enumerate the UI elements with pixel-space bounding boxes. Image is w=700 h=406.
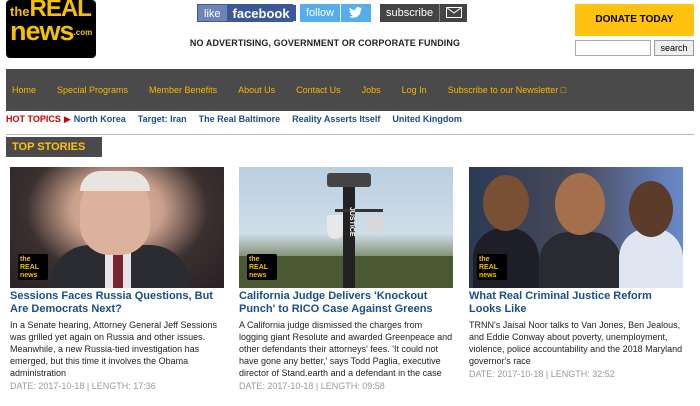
trnn-badge-logo: the REAL news	[247, 254, 277, 280]
nav-about-us[interactable]: About Us	[232, 85, 290, 95]
story-title[interactable]: What Real Criminal Justice Reform Looks …	[469, 290, 683, 316]
hot-topic-reality-asserts-itself[interactable]: Reality Asserts Itself	[292, 114, 380, 124]
hot-topics-bar: HOT TOPICS ▶ North Korea Target: Iran Th…	[6, 113, 474, 125]
hot-topic-north-korea[interactable]: North Korea	[74, 114, 126, 124]
story-title[interactable]: Sessions Faces Russia Questions, But Are…	[10, 290, 224, 316]
top-stories-heading: TOP STORIES	[6, 137, 102, 157]
envelope-icon	[439, 4, 468, 22]
twitter-follow-label: follow	[300, 4, 342, 22]
nav-member-benefits[interactable]: Member Benefits	[143, 85, 232, 95]
nav-jobs[interactable]: Jobs	[356, 85, 396, 95]
facebook-like-label: like	[198, 5, 227, 21]
donate-button[interactable]: DONATE TODAY	[575, 4, 694, 36]
story-card: the REAL news What Real Criminal Justice R…	[469, 167, 683, 380]
hot-topic-real-baltimore[interactable]: The Real Baltimore	[199, 114, 281, 124]
facebook-like-button[interactable]: like facebook	[197, 4, 296, 22]
story-thumbnail[interactable]: JUSTICE the REAL news	[239, 167, 453, 288]
funding-tagline: NO ADVERTISING, GOVERNMENT OR CORPORATE …	[189, 38, 461, 48]
story-summary: A California judge dismissed the charges…	[239, 320, 453, 378]
twitter-follow-button[interactable]: follow	[300, 4, 373, 22]
story-card: JUSTICE the REAL news California Judge Del…	[239, 167, 453, 392]
story-summary: In a Senate hearing, Attorney General Je…	[10, 320, 217, 378]
story-card: the REAL news Sessions Faces Russia Questi…	[10, 167, 224, 392]
justice-sign: JUSTICE	[348, 207, 355, 237]
story-meta: DATE: 2017-10-18 | LENGTH: 09:58	[239, 381, 385, 391]
nav-special-programs[interactable]: Special Programs	[51, 85, 143, 95]
hot-topics-label: HOT TOPICS	[6, 114, 61, 124]
play-arrow-icon: ▶	[63, 113, 71, 124]
story-summary: TRNN's Jaisal Noor talks to Van Jones, B…	[469, 320, 683, 366]
story-thumbnail[interactable]: the REAL news	[10, 167, 224, 288]
nav-contact-us[interactable]: Contact Us	[290, 85, 356, 95]
subscribe-label: subscribe	[380, 4, 440, 22]
twitter-bird-icon	[341, 4, 372, 22]
search-button[interactable]: search	[654, 40, 694, 56]
search-input[interactable]	[575, 40, 651, 56]
trnn-badge-logo: the REAL news	[477, 254, 507, 280]
divider	[6, 134, 694, 135]
nav-newsletter[interactable]: Subscribe to our Newsletter □	[442, 85, 582, 95]
main-nav: Home Special Programs Member Benefits Ab…	[6, 69, 694, 111]
site-logo[interactable]: theREAL news.com	[6, 0, 96, 58]
nav-log-in[interactable]: Log In	[396, 85, 442, 95]
trnn-badge-logo: the REAL news	[18, 254, 48, 280]
facebook-name: facebook	[226, 5, 296, 21]
subscribe-button[interactable]: subscribe	[380, 4, 469, 22]
hot-topic-target-iran[interactable]: Target: Iran	[138, 114, 187, 124]
logo-news-text: news.com	[10, 16, 93, 46]
story-title[interactable]: California Judge Delivers 'Knockout Punc…	[239, 290, 453, 316]
hot-topic-united-kingdom[interactable]: United Kingdom	[392, 114, 462, 124]
story-thumbnail[interactable]: the REAL news	[469, 167, 683, 288]
nav-home[interactable]: Home	[6, 85, 51, 95]
story-meta: DATE: 2017-10-18 | LENGTH: 32:52	[469, 369, 615, 379]
story-meta: DATE: 2017-10-18 | LENGTH: 17:36	[10, 381, 156, 391]
